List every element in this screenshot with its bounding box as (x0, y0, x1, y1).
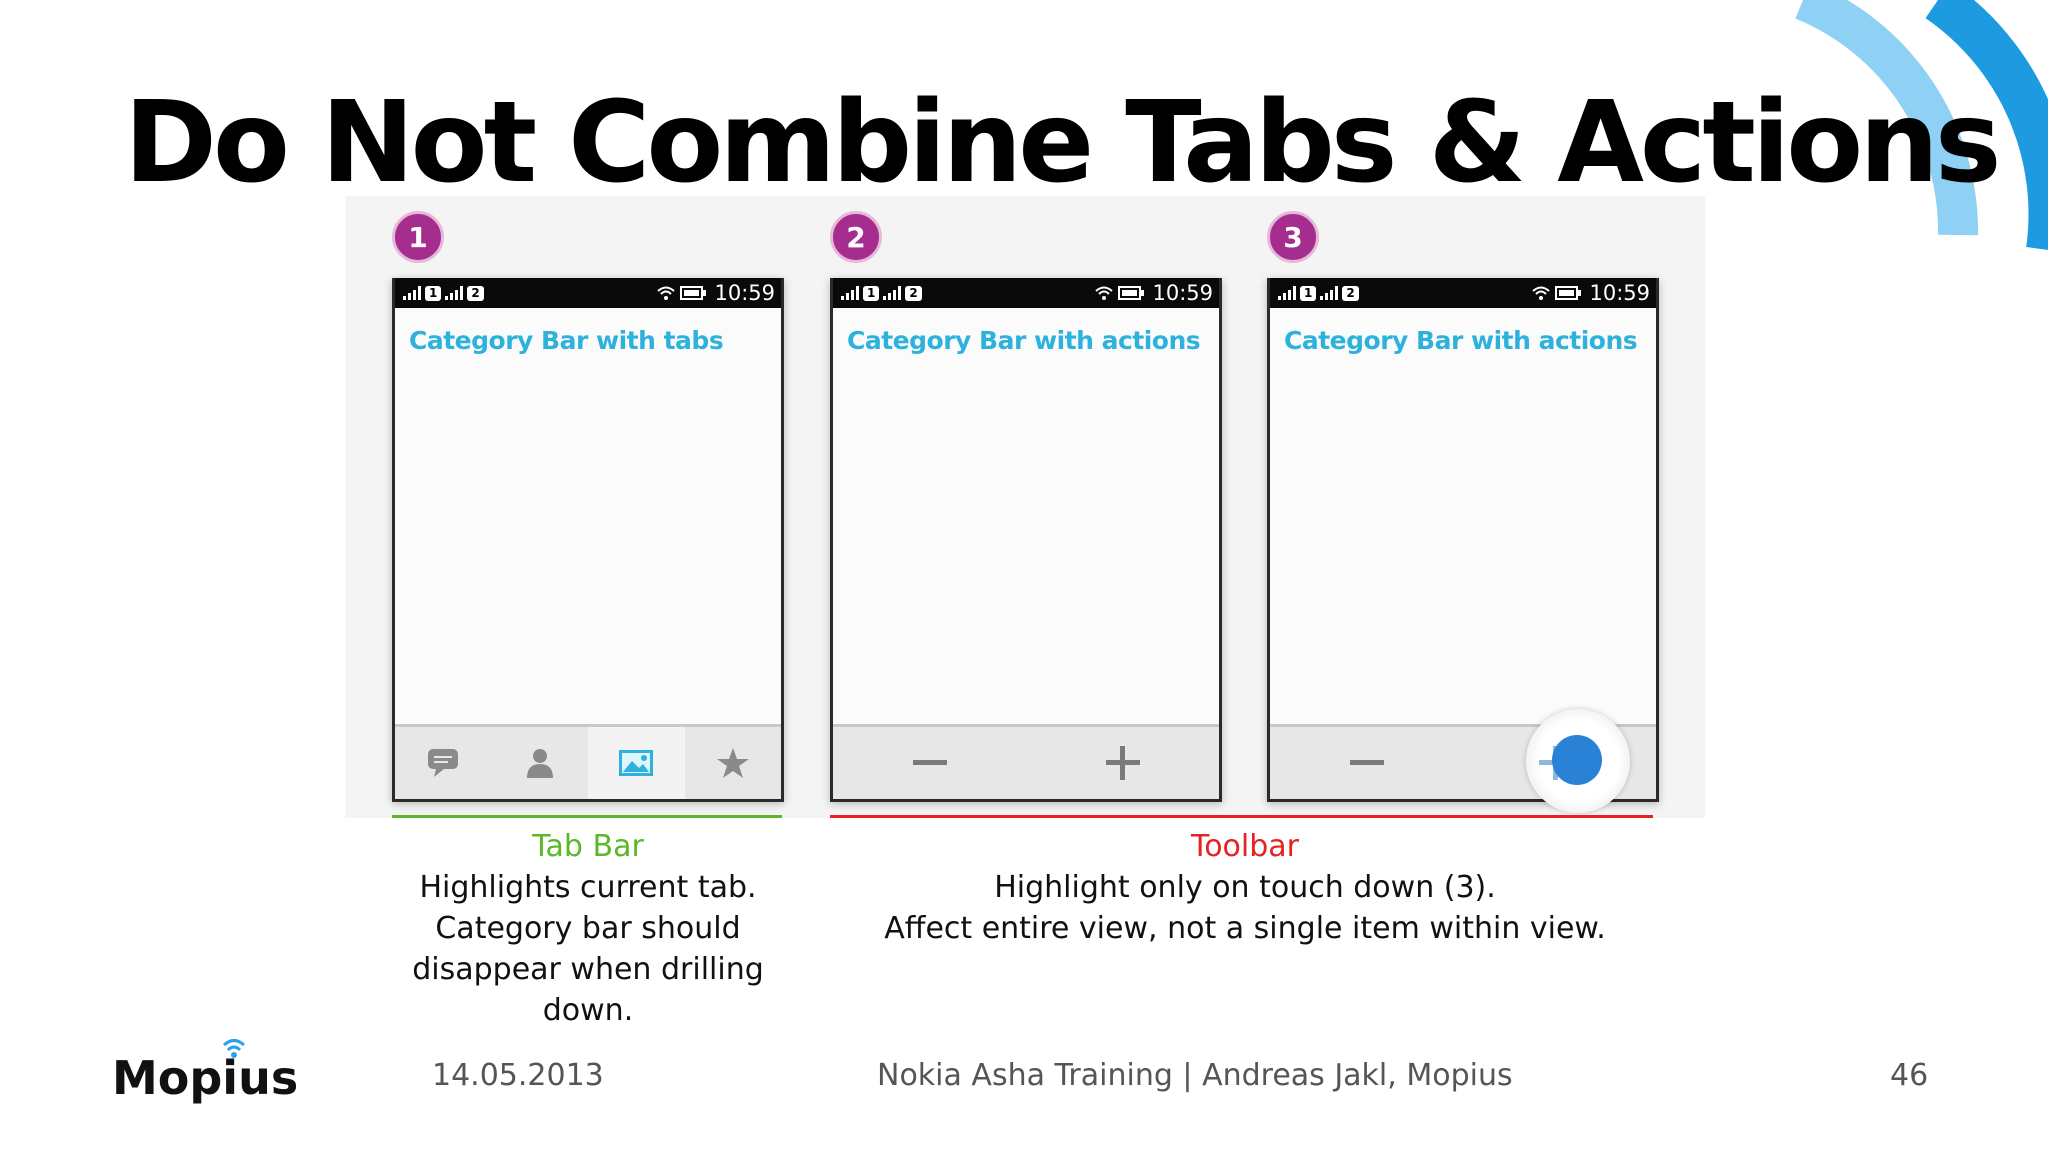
logo-text: Mopius (112, 1051, 298, 1105)
tab-bar-caption-title: Tab Bar (532, 829, 644, 864)
toolbar (833, 724, 1219, 799)
tab-contacts[interactable] (492, 727, 589, 799)
tab-bar-underline (392, 815, 782, 818)
caption-line: Affect entire view, not a single item wi… (884, 911, 1606, 946)
category-bar-header: Category Bar with actions (1284, 326, 1638, 355)
footer-title: Nokia Asha Training | Andreas Jakl, Mopi… (877, 1058, 1513, 1093)
step-badge-3: 3 (1267, 211, 1319, 263)
wifi-icon (1532, 286, 1551, 300)
minus-button[interactable] (1270, 727, 1463, 799)
star-icon (716, 748, 749, 778)
clock: 10:59 (1589, 281, 1650, 305)
caption-line: disappear when drilling (412, 952, 764, 987)
battery-icon (680, 286, 707, 300)
phone-tab-bar: 1 2 10:59 Category Bar with tabs (392, 278, 784, 802)
touch-point-indicator (1551, 735, 1602, 785)
signal-icon (445, 286, 464, 300)
wifi-icon (657, 286, 676, 300)
slide-title: Do Not Combine Tabs & Actions (124, 78, 2002, 208)
caption-line: down. (542, 993, 634, 1028)
tab-bar-caption: Tab Bar Highlights current tab. Category… (392, 826, 784, 1031)
sim2-badge: 2 (1342, 285, 1359, 301)
plus-button-pressed[interactable] (1463, 709, 1656, 813)
tab-gallery-active[interactable] (588, 727, 685, 799)
person-icon (526, 749, 553, 778)
caption-line: Category bar should (435, 911, 741, 946)
caption-line: Highlight only on touch down (3). (994, 870, 1496, 905)
signal-icon (403, 286, 421, 300)
page-number: 46 (1890, 1058, 1929, 1093)
category-bar-header: Category Bar with tabs (409, 326, 724, 355)
minus-icon (912, 760, 947, 765)
status-bar: 1 2 10:59 (833, 278, 1219, 308)
toolbar-caption: Toolbar Highlight only on touch down (3)… (830, 826, 1660, 949)
tab-bar (395, 724, 781, 799)
wifi-icon (1095, 286, 1114, 300)
phone-toolbar: 1 2 10:59 Category Bar with actions (830, 278, 1222, 802)
phone-toolbar-pressed: 1 2 10:59 Category Bar with actions (1267, 278, 1659, 813)
category-bar-header: Category Bar with actions (847, 326, 1201, 355)
sim2-badge: 2 (905, 285, 922, 301)
clock: 10:59 (714, 281, 775, 305)
plus-button[interactable] (1026, 727, 1219, 799)
step-badge-1: 1 (392, 211, 444, 263)
status-bar: 1 2 10:59 (395, 278, 781, 308)
step-badge-2: 2 (830, 211, 882, 263)
toolbar-underline (830, 815, 1653, 818)
mopius-logo: Mopius (112, 1039, 298, 1105)
signal-icon (841, 286, 859, 300)
toolbar (1270, 709, 1656, 813)
signal-icon (1278, 286, 1296, 300)
status-bar: 1 2 10:59 (1270, 278, 1656, 308)
signal-icon (883, 286, 902, 300)
image-icon (619, 750, 654, 776)
sim1-badge: 1 (425, 285, 442, 301)
footer-date: 14.05.2013 (432, 1058, 604, 1093)
battery-icon (1555, 286, 1582, 300)
sim1-badge: 1 (1300, 285, 1317, 301)
clock: 10:59 (1152, 281, 1213, 305)
toolbar-caption-title: Toolbar (1190, 829, 1300, 864)
signal-icon (1320, 286, 1339, 300)
tab-favorites[interactable] (685, 727, 782, 799)
sim2-badge: 2 (467, 285, 484, 301)
chat-bubble-icon (428, 749, 459, 777)
battery-icon (1118, 286, 1145, 300)
caption-line: Highlights current tab. (419, 870, 757, 905)
tab-chat[interactable] (395, 727, 492, 799)
minus-icon (1349, 760, 1384, 765)
plus-icon (1105, 746, 1140, 780)
minus-button[interactable] (833, 727, 1026, 799)
sim1-badge: 1 (863, 285, 880, 301)
